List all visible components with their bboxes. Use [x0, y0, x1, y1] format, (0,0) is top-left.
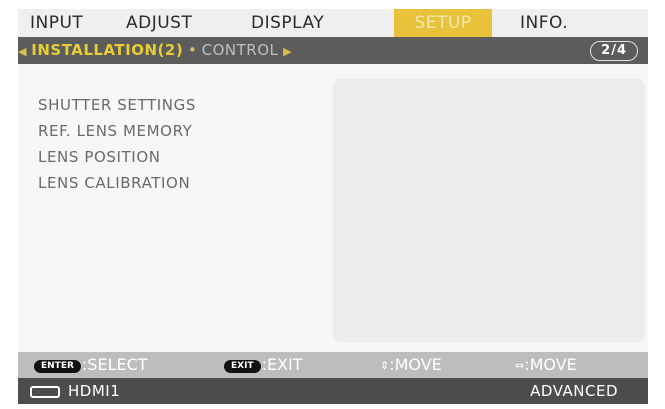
hdmi-connector-icon: [30, 386, 60, 398]
projector-osd-menu: INPUT ADJUST DISPLAY SETUP INFO. ◀ INSTA…: [0, 0, 665, 409]
submenu-next-page[interactable]: CONTROL: [202, 41, 279, 59]
key-guide-exit: EXIT:EXIT: [224, 352, 303, 378]
submenu-separator: •: [187, 41, 197, 59]
submenu-current-page: INSTALLATION(2): [31, 41, 184, 59]
move-vertical-label: MOVE: [394, 355, 442, 374]
move-horizontal-label: MOVE: [529, 355, 577, 374]
select-label: :SELECT: [81, 355, 148, 374]
page-indicator: 2/4: [590, 41, 638, 61]
tab-display[interactable]: DISPLAY: [251, 9, 324, 37]
menu-list: SHUTTER SETTINGS REF. LENS MEMORY LENS P…: [38, 92, 196, 196]
detail-panel: [333, 78, 645, 342]
menu-content: SHUTTER SETTINGS REF. LENS MEMORY LENS P…: [18, 64, 648, 352]
menu-tab-bar: INPUT ADJUST DISPLAY SETUP INFO.: [18, 9, 648, 37]
submenu-header: ◀ INSTALLATION(2) • CONTROL ▶ 2/4: [18, 37, 648, 64]
key-guide-move-horizontal: ⇔:MOVE: [515, 355, 577, 374]
menu-item-lens-calibration[interactable]: LENS CALIBRATION: [38, 170, 196, 196]
enter-key-badge: ENTER: [34, 360, 81, 373]
exit-key-badge: EXIT: [224, 360, 261, 373]
key-guide-bar: ENTER:SELECT EXIT:EXIT ⇕:MOVE ⇔:MOVE: [18, 352, 648, 378]
tab-input[interactable]: INPUT: [30, 9, 83, 37]
key-guide-move-vertical: ⇕:MOVE: [380, 355, 442, 374]
exit-label: :EXIT: [261, 355, 303, 374]
up-down-arrow-icon: ⇕: [380, 359, 390, 372]
status-bar: HDMI1 ADVANCED: [18, 378, 648, 404]
menu-item-ref-lens-memory[interactable]: REF. LENS MEMORY: [38, 118, 196, 144]
submenu-nav: ◀ INSTALLATION(2) • CONTROL ▶: [18, 37, 292, 64]
tab-setup[interactable]: SETUP: [394, 9, 492, 37]
tab-adjust[interactable]: ADJUST: [126, 9, 192, 37]
input-source-label: HDMI1: [68, 382, 121, 400]
menu-item-lens-position[interactable]: LENS POSITION: [38, 144, 196, 170]
key-guide-select: ENTER:SELECT: [34, 352, 148, 378]
triangle-right-icon[interactable]: ▶: [283, 45, 291, 58]
left-right-arrow-icon: ⇔: [515, 359, 525, 372]
tab-info[interactable]: INFO.: [520, 9, 568, 37]
menu-item-shutter-settings[interactable]: SHUTTER SETTINGS: [38, 92, 196, 118]
triangle-left-icon[interactable]: ◀: [18, 45, 26, 58]
menu-mode-label: ADVANCED: [530, 382, 618, 400]
